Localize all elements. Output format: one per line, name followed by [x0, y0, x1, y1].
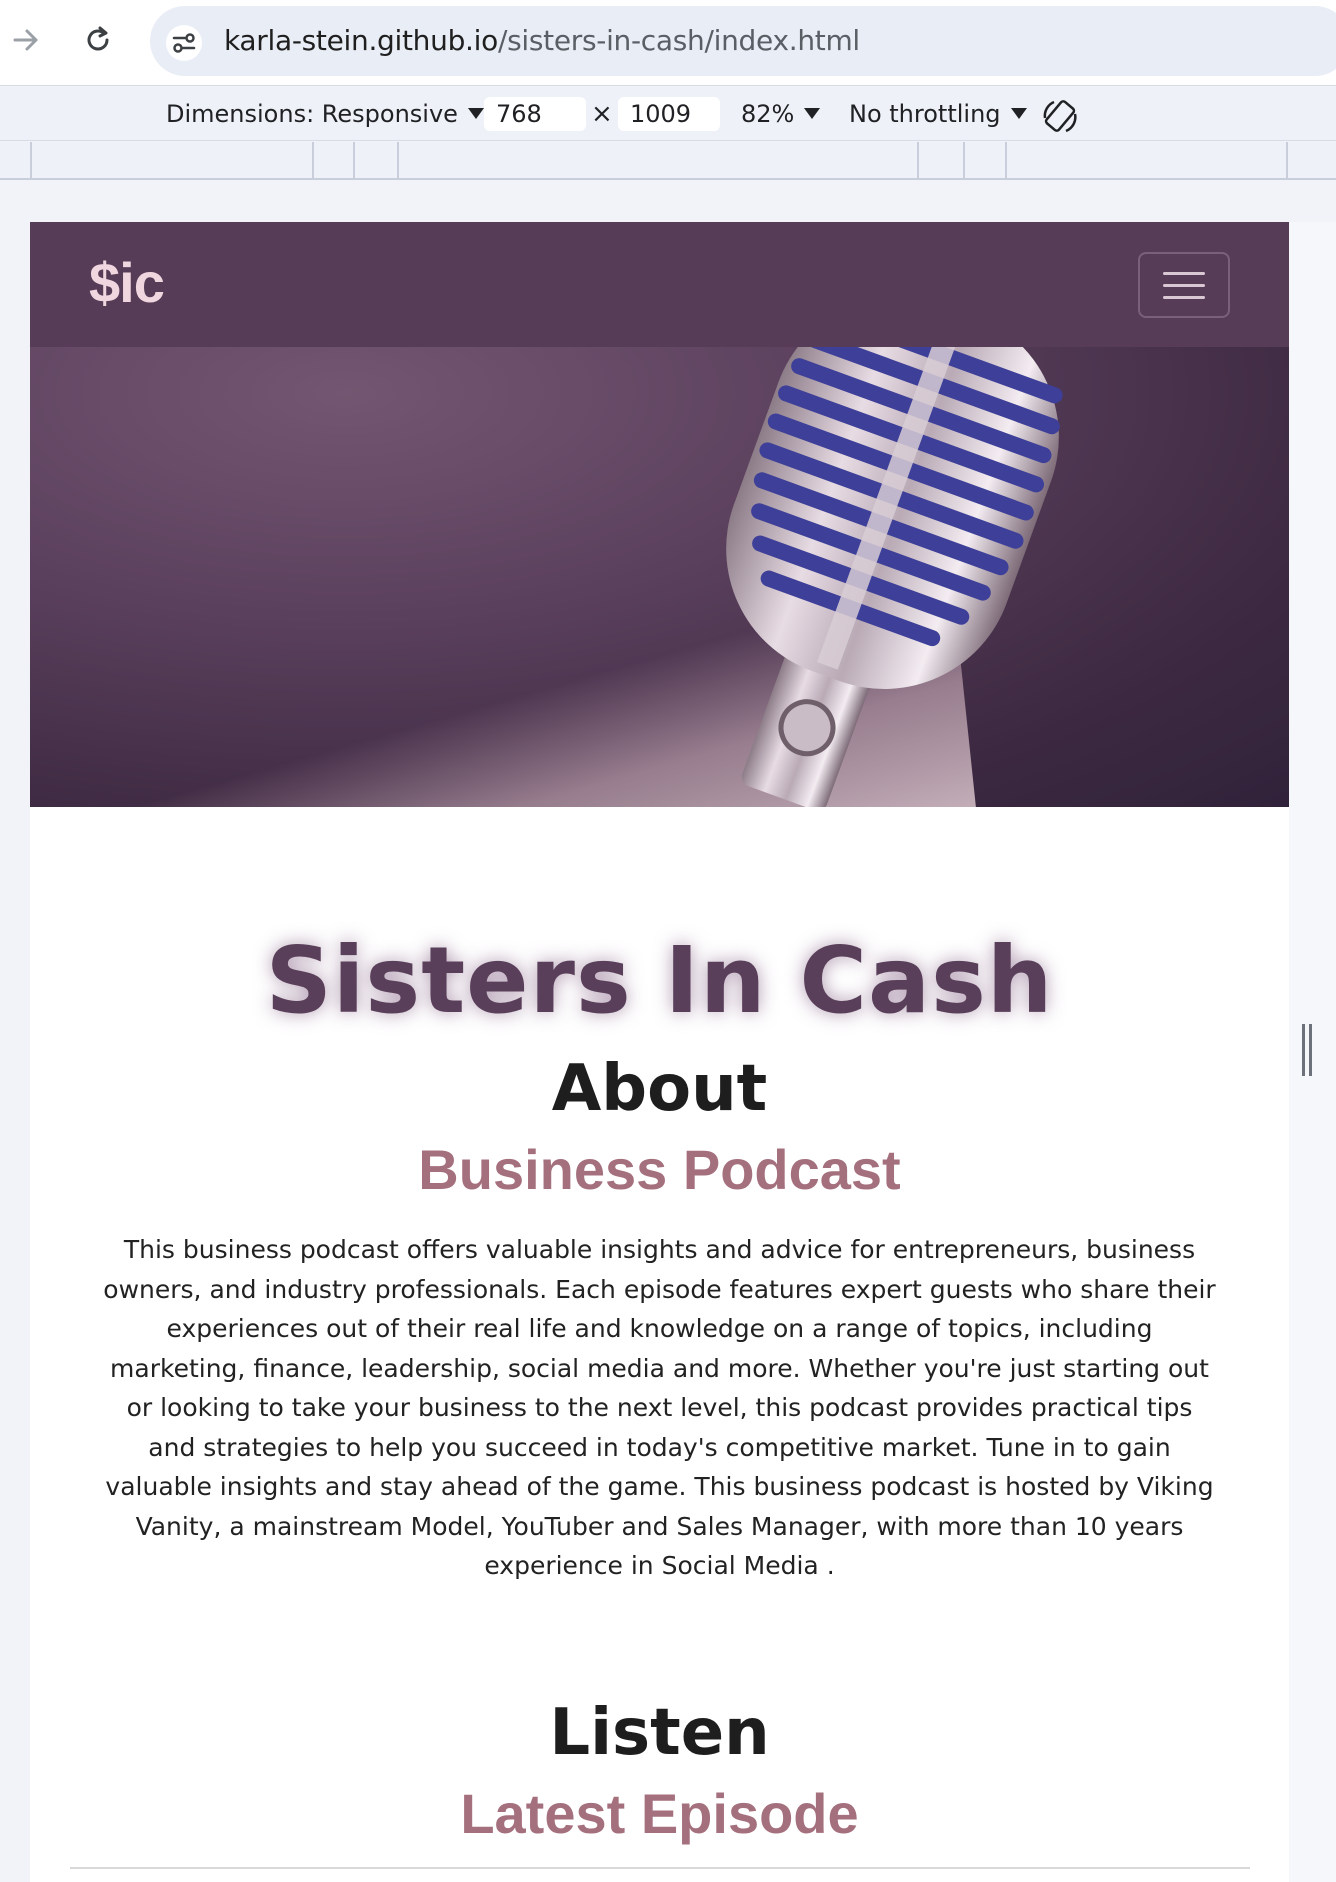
listen-subheading: Latest Episode [460, 1782, 859, 1845]
reload-icon [87, 26, 109, 51]
hamburger-icon-line [1163, 295, 1205, 299]
height-input[interactable]: 1009 [618, 97, 720, 131]
url-text: karla-stein.github.io/sisters-in-cash/in… [224, 24, 860, 57]
site-navbar: $ic [30, 222, 1289, 347]
brand-logo[interactable]: $ic [89, 250, 165, 315]
hero-image [30, 347, 1289, 807]
zoom-label: 82% [741, 100, 795, 128]
about-heading: About [551, 1052, 768, 1126]
throttling-label: No throttling [849, 100, 1001, 128]
caret-down-icon [1010, 108, 1027, 119]
throttling-select[interactable]: No throttling [849, 100, 1027, 128]
page-viewport: $ic Sisters In Cash About Business Podca… [30, 222, 1289, 1882]
url-host: karla-stein.github.io [224, 24, 498, 57]
caret-down-icon [804, 108, 821, 119]
site-info-button[interactable] [166, 25, 202, 61]
about-paragraph: This business podcast offers valuable in… [103, 1235, 1216, 1580]
zoom-select[interactable]: 82% [741, 100, 821, 128]
browser-toolbar: karla-stein.github.io/sisters-in-cash/in… [0, 0, 1336, 86]
arrow-right-icon [13, 29, 38, 51]
page-title: Sisters In Cash [265, 927, 1054, 1034]
width-input[interactable]: 768 [484, 97, 586, 131]
about-subheading: Business Podcast [418, 1138, 901, 1201]
resize-handle[interactable] [1302, 1024, 1312, 1076]
dimensions-select[interactable]: Dimensions: Responsive [166, 100, 484, 128]
listen-heading: Listen [549, 1696, 770, 1770]
tune-icon [172, 33, 196, 53]
caret-down-icon [467, 108, 484, 119]
rotate-icon[interactable] [1040, 96, 1080, 136]
times-sign: × [591, 99, 613, 129]
address-bar[interactable]: karla-stein.github.io/sisters-in-cash/in… [150, 6, 1336, 76]
device-toolbar: Dimensions: Responsive 768 × 1009 82% No… [0, 87, 1336, 141]
microphone-icon [726, 347, 1063, 807]
forward-button[interactable] [2, 16, 50, 64]
hamburger-icon-line [1163, 271, 1205, 275]
navbar-toggler-button[interactable] [1138, 252, 1230, 318]
media-query-ruler [0, 142, 1336, 180]
reload-button[interactable] [74, 16, 122, 64]
url-path: /sisters-in-cash/index.html [497, 24, 860, 57]
dimensions-label: Dimensions: Responsive [166, 100, 458, 128]
viewport-resize-area [1289, 222, 1336, 1882]
hamburger-icon-line [1163, 283, 1205, 287]
divider [70, 1867, 1250, 1869]
